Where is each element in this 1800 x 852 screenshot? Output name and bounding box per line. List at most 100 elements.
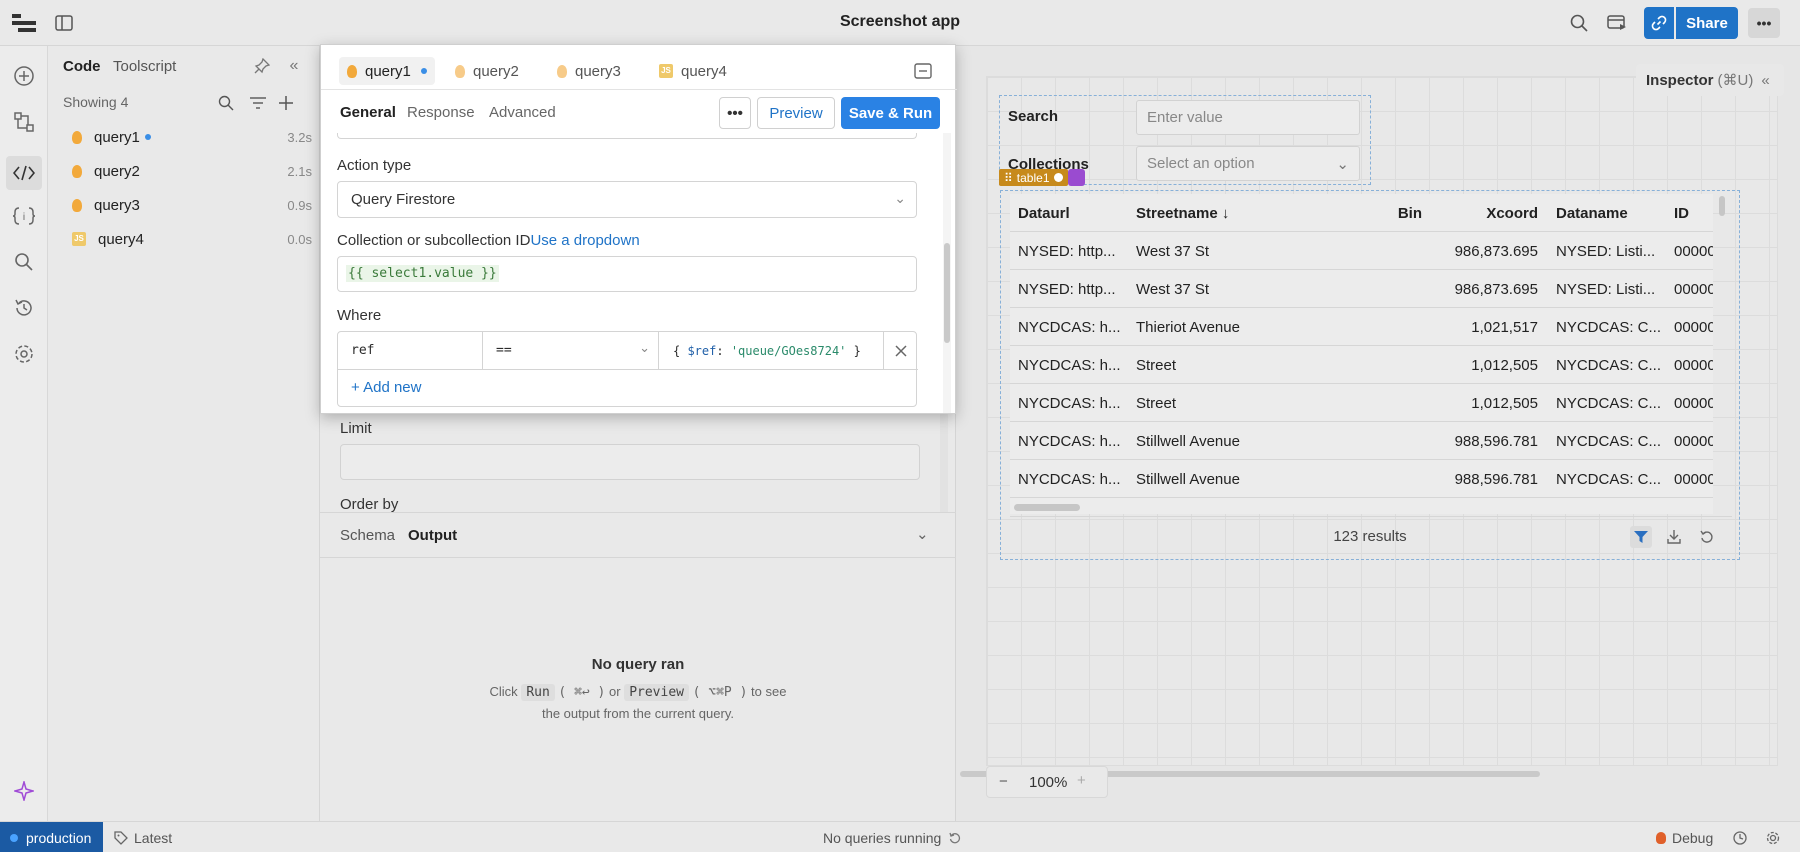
download-icon[interactable] — [1663, 526, 1685, 548]
share-button[interactable]: Share — [1676, 7, 1738, 39]
inspector-toggle[interactable]: Inspector (⌘U) « — [1636, 64, 1784, 96]
table-cell: 1,012,505 — [1471, 394, 1538, 412]
code-icon[interactable] — [6, 156, 42, 190]
zoom-in-button[interactable]: + — [1077, 772, 1086, 789]
editor-scrollbar[interactable] — [943, 133, 951, 413]
where-value-input[interactable]: { $ref: 'queue/GOes8724' } — [659, 332, 884, 370]
save-run-button[interactable]: Save & Run — [841, 97, 940, 129]
collection-input[interactable]: {{ select1.value }} — [337, 256, 917, 292]
table-cell: NYCDCAS: h... — [1018, 356, 1121, 374]
tab-query3[interactable]: query3 — [549, 57, 629, 85]
search-rail-icon[interactable] — [12, 250, 36, 274]
firestore-icon — [72, 130, 82, 144]
table-cell: 00000 — [1674, 470, 1713, 488]
search-input[interactable]: Enter value — [1136, 100, 1360, 135]
more-menu-button[interactable]: ••• — [1748, 8, 1780, 38]
expand-inspector-icon: « — [1761, 71, 1770, 89]
tab-query2[interactable]: query2 — [447, 57, 527, 85]
table-row[interactable]: NYCDCAS: h... Street 1,012,505 NYCDCAS: C..… — [1010, 384, 1713, 422]
table-cell: NYCDCAS: h... — [1018, 394, 1121, 412]
tab-query1[interactable]: query1 — [339, 57, 435, 85]
settings-icon[interactable] — [12, 342, 36, 366]
subtab-general[interactable]: General — [340, 104, 396, 121]
table-cell — [1310, 384, 1422, 422]
collapse-panel-icon[interactable]: « — [284, 56, 304, 76]
add-component-icon[interactable] — [12, 64, 36, 88]
settings-status-icon[interactable] — [1764, 829, 1782, 847]
table-row[interactable]: NYCDCAS: h... Stillwell Avenue 988,596.781… — [1010, 422, 1713, 460]
state-icon[interactable]: i — [12, 204, 36, 228]
zoom-control: − 100% + — [986, 766, 1108, 798]
table-row[interactable]: NYSED: http... West 37 St 986,873.695 NYSED… — [1010, 270, 1713, 308]
query-editor-lower: Limit Order by Schema Output ⌄ No query … — [320, 414, 956, 821]
subtab-advanced[interactable]: Advanced — [489, 104, 556, 121]
tab-toolscript[interactable]: Toolscript — [113, 58, 176, 75]
version-selector[interactable]: Latest — [114, 830, 172, 846]
table-row[interactable]: NYSED: http... West 37 St 986,873.695 NYSED… — [1010, 232, 1713, 270]
table-cell: NYCDCAS: h... — [1018, 470, 1121, 488]
collections-select[interactable]: Select an option ⌄ — [1136, 146, 1360, 181]
zoom-out-button[interactable]: − — [999, 773, 1008, 790]
column-header[interactable]: Xcoord — [1430, 194, 1538, 232]
table1: Dataurl Streetname ↓ Bin Xcoord Dataname… — [1010, 194, 1713, 514]
pin-icon[interactable] — [252, 56, 272, 76]
component-action-icon[interactable] — [1068, 169, 1085, 186]
table-selection-badge[interactable]: ⠿ table1 — [999, 169, 1068, 186]
table-header-row: Dataurl Streetname ↓ Bin Xcoord Dataname… — [1010, 194, 1713, 232]
tab-code[interactable]: Code — [63, 58, 101, 75]
search-queries-icon[interactable] — [216, 93, 236, 113]
add-condition-button[interactable]: + Add new — [351, 379, 421, 396]
tab-query4[interactable]: JS query4 — [651, 57, 735, 85]
environment-selector[interactable]: production — [0, 822, 103, 852]
collapse-output-icon[interactable]: ⌄ — [916, 525, 929, 543]
remove-condition-icon[interactable] — [884, 332, 918, 370]
subtab-response[interactable]: Response — [407, 104, 475, 121]
javascript-icon: JS — [659, 64, 673, 78]
preview-button[interactable]: Preview — [757, 97, 835, 129]
table-row[interactable]: NYCDCAS: h... Street 1,012,505 NYCDCAS: C..… — [1010, 346, 1713, 384]
table-cell: 00000 — [1674, 318, 1713, 336]
tab-output[interactable]: Output — [408, 527, 457, 544]
query-list-item-query3[interactable]: query3 0.9s — [72, 190, 312, 220]
query-list-item-query1[interactable]: query1 3.2s — [72, 122, 312, 152]
table-row[interactable]: NYCDCAS: h... Stillwell Avenue 988,596.781… — [1010, 460, 1713, 498]
bug-icon — [1656, 832, 1666, 844]
use-dropdown-link[interactable]: Use a dropdown — [530, 232, 639, 249]
table-row[interactable]: NYCDCAS: h... Thieriot Avenue 1,021,517 NYC… — [1010, 308, 1713, 346]
minimize-editor-icon[interactable] — [913, 61, 933, 81]
environment-dot — [10, 833, 18, 842]
column-header[interactable]: Bin — [1310, 194, 1422, 232]
ai-assist-icon[interactable] — [12, 779, 36, 803]
filter-table-icon[interactable] — [1630, 526, 1652, 548]
add-query-icon[interactable] — [276, 93, 296, 113]
debug-button[interactable]: Debug — [1656, 830, 1713, 846]
column-header[interactable]: Dataurl — [1018, 194, 1128, 232]
limit-input[interactable] — [340, 444, 920, 480]
filter-icon[interactable] — [248, 93, 268, 113]
history-icon[interactable] — [12, 296, 36, 320]
tab-schema[interactable]: Schema — [340, 527, 395, 544]
share-link-button[interactable] — [1644, 7, 1674, 39]
table-v-scroll[interactable] — [1716, 194, 1728, 500]
component-tree-icon[interactable] — [12, 110, 36, 134]
column-header[interactable]: ID — [1674, 194, 1713, 232]
table-results-count: 123 results — [1333, 528, 1407, 545]
where-operator-select[interactable]: == ⌄ — [483, 332, 659, 370]
code-panel: Code Toolscript « Showing 4 query1 3.2s … — [48, 46, 320, 821]
table-cell: 00000 — [1674, 394, 1713, 412]
table-cell: NYCDCAS: h... — [1018, 432, 1121, 450]
search-icon[interactable] — [1568, 12, 1590, 34]
action-type-select[interactable]: Query Firestore ⌄ — [337, 181, 917, 218]
where-field-input[interactable]: ref — [338, 332, 483, 370]
column-header[interactable]: Dataname — [1556, 194, 1666, 232]
preview-window-icon[interactable] — [1606, 12, 1628, 34]
query-list-item-query2[interactable]: query2 2.1s — [72, 156, 312, 186]
link-icon — [1651, 15, 1667, 31]
refresh-icon[interactable] — [1696, 526, 1718, 548]
editor-more-button[interactable]: ••• — [719, 97, 751, 129]
table-h-scroll[interactable] — [1010, 502, 1713, 514]
history-status-icon[interactable] — [1731, 829, 1749, 847]
query-list-item-query4[interactable]: JS query4 0.0s — [72, 224, 312, 254]
output-header: Schema Output ⌄ — [320, 512, 956, 558]
editor-scroll-track[interactable] — [940, 414, 948, 512]
